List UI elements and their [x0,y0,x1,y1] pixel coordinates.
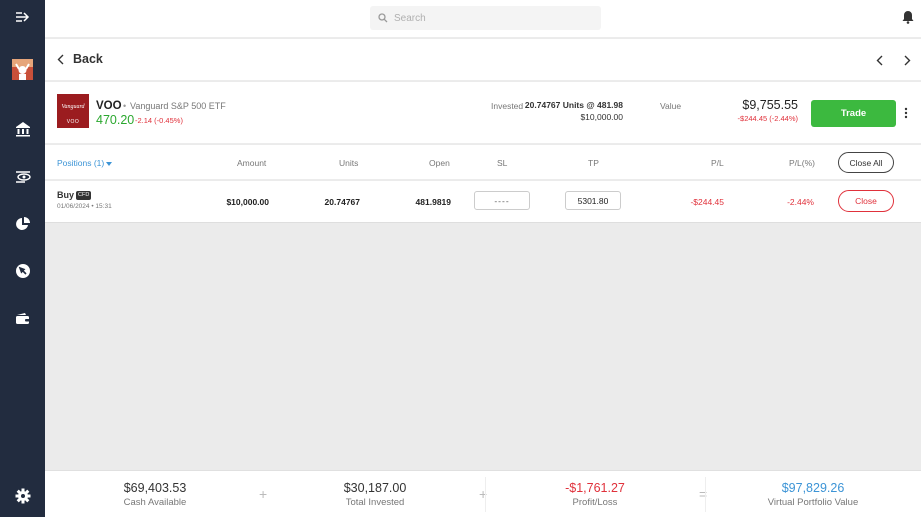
header-pl[interactable]: P/L [711,158,724,168]
invested-amount: $10,000.00 [580,112,623,122]
close-all-button[interactable]: Close All [838,152,894,173]
search-icon [378,13,388,23]
cash-available: $69,403.53 Cash Available [45,471,265,517]
portfolio-pie-icon[interactable] [0,216,45,232]
separator-dot: • [123,101,127,111]
search-placeholder: Search [394,12,426,24]
position-side: Buy [57,190,75,200]
cfd-badge: CFD [76,191,92,200]
logo-ticker-text: VOO [66,119,80,125]
value-change: -$244.45 (-2.44%) [737,114,798,123]
notifications-bell-icon[interactable] [901,10,915,29]
position-open-rate: 481.9819 [415,197,451,207]
logo-brand-text: Vanguard [61,104,85,110]
back-row: Back [45,39,921,81]
table-row[interactable]: Buy CFD 01/06/2024 • 15:31 $10,000.00 20… [45,181,921,223]
instrument-header: Vanguard VOO VOO • Vanguard S&P 500 ETF … [45,82,921,144]
profit-loss-label: Profit/Loss [572,497,618,508]
caret-down-icon [106,161,113,166]
expand-menu-icon[interactable] [0,10,45,24]
value-label: Value [660,101,682,111]
total-invested-label: Total Invested [345,497,405,508]
position-pl: -$244.45 [690,197,724,207]
header-tp[interactable]: TP [588,158,599,168]
topbar: Search [45,0,921,38]
discover-compass-icon[interactable] [0,263,45,279]
profit-loss: -$1,761.27 Profit/Loss [485,471,705,517]
positions-table-header: Positions (1) Amount Units Open SL TP P/… [45,145,921,180]
positions-header-label: Positions (1) [57,158,105,168]
trade-button[interactable]: Trade [811,100,896,127]
back-button[interactable]: Back [57,52,103,66]
back-label: Back [73,52,103,66]
search-input[interactable]: Search [370,6,601,30]
portfolio-value-label: Virtual Portfolio Value [767,497,859,508]
total-invested-value: $30,187.00 [343,481,407,495]
invested-label: Invested [491,101,524,111]
header-open[interactable]: Open [429,158,450,168]
wallet-icon[interactable] [0,311,45,327]
cash-available-value: $69,403.53 [123,481,187,495]
chevron-left-icon [57,54,64,64]
next-instrument-button[interactable] [904,53,911,71]
position-pl-percent: -2.44% [787,197,814,207]
position-amount: $10,000.00 [226,197,269,207]
cash-available-label: Cash Available [123,497,187,508]
chevron-left-icon [876,55,883,66]
header-units[interactable]: Units [339,158,358,168]
watchlist-icon[interactable] [0,169,45,185]
take-profit-field[interactable]: 5301.80 [565,191,621,210]
profit-loss-value: -$1,761.27 [565,481,625,495]
header-amount[interactable]: Amount [237,158,266,168]
positions-dropdown[interactable]: Positions (1) [57,158,113,168]
portfolio-value: $97,829.26 [781,481,845,495]
previous-instrument-button[interactable] [876,53,883,71]
header-sl[interactable]: SL [497,158,507,168]
stop-loss-field[interactable]: ---- [474,191,530,210]
close-position-button[interactable]: Close [838,190,894,212]
value-amount: $9,755.55 [742,98,798,112]
more-options-icon[interactable] [904,106,908,124]
instrument-name: Vanguard S&P 500 ETF [130,101,226,111]
sidebar [0,0,45,517]
invested-units: 20.74767 Units @ 481.98 [524,100,623,110]
avatar[interactable] [0,59,45,80]
settings-gear-icon[interactable] [0,488,45,504]
portfolio-summary-footer: $69,403.53 Cash Available + $30,187.00 T… [45,470,921,517]
instrument-price: 470.20 [96,113,135,127]
virtual-portfolio-value: $97,829.26 Virtual Portfolio Value [705,471,921,517]
chevron-right-icon [904,55,911,66]
position-units: 20.74767 [324,197,360,207]
instrument-logo[interactable]: Vanguard VOO [57,94,89,128]
header-pl-percent[interactable]: P/L(%) [789,158,815,168]
total-invested: $30,187.00 Total Invested [265,471,485,517]
instrument-change: -2.14 (-0.45%) [135,116,183,125]
position-date: 01/06/2024 • 15:31 [57,203,112,210]
instrument-symbol[interactable]: VOO [96,100,122,112]
home-icon[interactable] [0,121,45,137]
